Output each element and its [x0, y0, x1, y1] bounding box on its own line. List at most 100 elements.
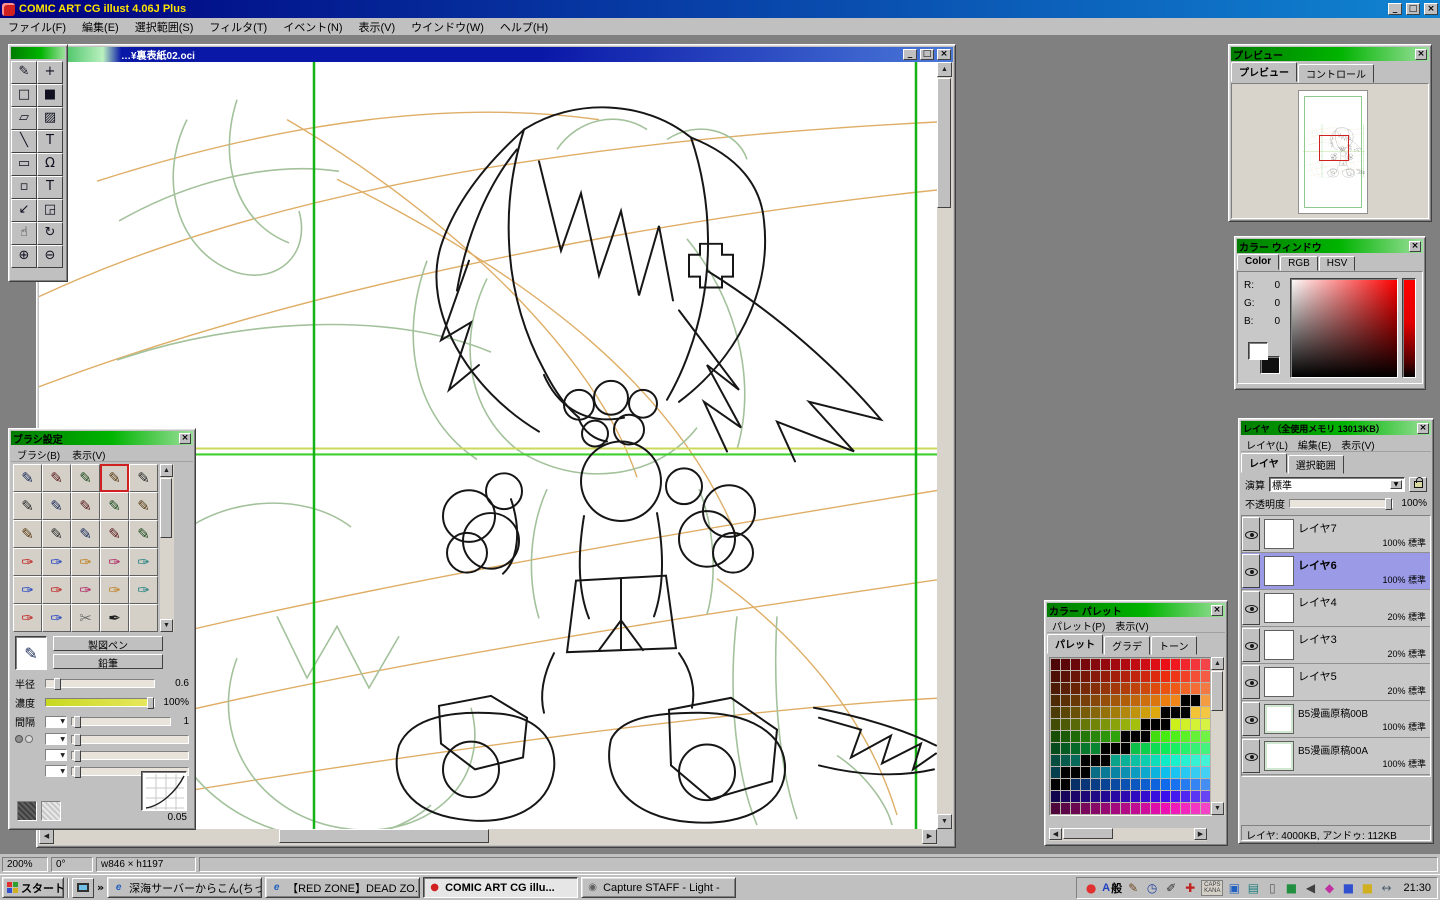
layer-row[interactable]: B5漫画原稿00B 100% 標準 — [1242, 701, 1430, 738]
palette-color-swatch[interactable] — [1071, 755, 1080, 766]
layer-visibility-toggle[interactable] — [1242, 702, 1260, 736]
palette-color-swatch[interactable] — [1121, 659, 1130, 670]
palette-color-swatch[interactable] — [1061, 659, 1070, 670]
palette-color-swatch[interactable] — [1051, 683, 1060, 694]
palette-color-swatch[interactable] — [1131, 659, 1140, 670]
palette-color-swatch[interactable] — [1101, 791, 1110, 802]
palette-color-swatch[interactable] — [1121, 695, 1130, 706]
palette-color-swatch[interactable] — [1181, 791, 1190, 802]
palette-color-swatch[interactable] — [1091, 731, 1100, 742]
palette-color-swatch[interactable] — [1151, 719, 1160, 730]
palette-color-swatch[interactable] — [1061, 803, 1070, 814]
lasso-tool[interactable]: Ω — [37, 153, 63, 176]
canvas-close-button[interactable]: × — [937, 49, 951, 60]
document-icon[interactable]: ▯ — [1264, 880, 1280, 896]
palette-color-swatch[interactable] — [1191, 779, 1200, 790]
palette-color-swatch[interactable] — [1191, 695, 1200, 706]
palette-color-swatch[interactable] — [1201, 659, 1210, 670]
palette-color-swatch[interactable] — [1151, 791, 1160, 802]
layer-row[interactable]: レイヤ7 100% 標準 — [1242, 516, 1430, 553]
green-chip-icon[interactable]: ■ — [1283, 880, 1299, 896]
layer-visibility-toggle[interactable] — [1242, 591, 1260, 625]
palette-color-swatch[interactable] — [1121, 743, 1130, 754]
quick-launch-overflow-icon[interactable]: » — [97, 881, 104, 894]
clock-utility-icon[interactable]: ◷ — [1144, 880, 1160, 896]
palette-color-swatch[interactable] — [1091, 683, 1100, 694]
tab-preview[interactable]: プレビュー — [1231, 62, 1297, 82]
palette-color-swatch[interactable] — [1151, 767, 1160, 778]
palette-color-swatch[interactable] — [1171, 683, 1180, 694]
tab-palette[interactable]: パレット — [1047, 634, 1103, 654]
tab-tone[interactable]: トーン — [1151, 635, 1197, 655]
palette-color-swatch[interactable] — [1181, 671, 1190, 682]
palette-color-swatch[interactable] — [1181, 755, 1190, 766]
palette-color-swatch[interactable] — [1071, 707, 1080, 718]
palette-color-swatch[interactable] — [1191, 743, 1200, 754]
palette-color-swatch[interactable] — [1111, 683, 1120, 694]
palette-color-swatch[interactable] — [1121, 683, 1130, 694]
ime-pen-icon[interactable]: ✎ — [1125, 880, 1141, 896]
tab-color[interactable]: Color — [1237, 254, 1280, 270]
palette-color-swatch[interactable] — [1121, 803, 1130, 814]
palette-color-swatch[interactable] — [1131, 683, 1140, 694]
volume-icon[interactable]: ◀ — [1302, 880, 1318, 896]
palette-color-swatch[interactable] — [1081, 791, 1090, 802]
tab-control[interactable]: コントロール — [1298, 63, 1374, 83]
palette-color-swatch[interactable] — [1051, 803, 1060, 814]
palette-color-swatch[interactable] — [1171, 695, 1180, 706]
palette-color-swatch[interactable] — [1161, 659, 1170, 670]
palette-color-swatch[interactable] — [1101, 695, 1110, 706]
red-ball-icon[interactable]: ● — [1083, 880, 1099, 896]
brush-preset[interactable]: ✑ — [13, 604, 42, 632]
menu-view[interactable]: 表示(V) — [351, 17, 404, 37]
brush-preset[interactable]: ✑ — [13, 576, 42, 604]
menu-file[interactable]: ファイル(F) — [0, 17, 74, 37]
menu-help[interactable]: ヘルプ(H) — [492, 17, 556, 37]
palette-color-swatch[interactable] — [1161, 683, 1170, 694]
palette-color-swatch[interactable] — [1191, 659, 1200, 670]
palette-color-swatch[interactable] — [1141, 683, 1150, 694]
palette-color-swatch[interactable] — [1071, 791, 1080, 802]
palette-color-swatch[interactable] — [1061, 779, 1070, 790]
palette-close-icon[interactable]: × — [1211, 604, 1223, 616]
palette-color-swatch[interactable] — [1181, 803, 1190, 814]
layer-row[interactable]: レイヤ5 20% 標準 — [1242, 664, 1430, 701]
color-titlebar[interactable]: カラー ウィンドウ × — [1237, 239, 1423, 254]
fill-tool[interactable]: ■ — [37, 84, 63, 107]
brush-preset[interactable]: ✎ — [71, 492, 100, 520]
palette-color-swatch[interactable] — [1061, 791, 1070, 802]
brush-preset[interactable]: ✑ — [100, 576, 129, 604]
brush-preset[interactable]: ✎ — [13, 492, 42, 520]
palette-v-scrollbar[interactable]: ▲ ▼ — [1211, 657, 1225, 815]
brush-preset[interactable]: ✎ — [13, 464, 42, 492]
palette-color-swatch[interactable] — [1161, 695, 1170, 706]
move-tool[interactable]: + — [37, 61, 63, 84]
palette-color-swatch[interactable] — [1191, 671, 1200, 682]
palette-color-swatch[interactable] — [1201, 767, 1210, 778]
palette-color-swatch[interactable] — [1191, 731, 1200, 742]
brush-preset[interactable]: ✑ — [13, 548, 42, 576]
layer-row[interactable]: B5漫画原稿00A 100% 標準 — [1242, 738, 1430, 775]
scroll-left-icon[interactable]: ◀ — [39, 829, 54, 844]
palette-titlebar[interactable]: カラー パレット × — [1047, 603, 1225, 618]
palette-color-swatch[interactable] — [1111, 707, 1120, 718]
palette-color-swatch[interactable] — [1141, 671, 1150, 682]
brush-preset[interactable]: ✎ — [42, 520, 71, 548]
brush-preset[interactable]: ✂ — [71, 604, 100, 632]
zoom-out-tool[interactable]: ⊖ — [37, 245, 63, 268]
palette-color-swatch[interactable] — [1181, 707, 1190, 718]
palette-color-swatch[interactable] — [1131, 707, 1140, 718]
vertical-scroll-thumb[interactable] — [937, 78, 951, 208]
brush-menu-view[interactable]: 表示(V) — [66, 446, 111, 463]
param1-dropdown[interactable]: ▼ — [45, 733, 67, 745]
canvas-vertical-scrollbar[interactable]: ▲ ▼ — [937, 62, 953, 829]
palette-color-swatch[interactable] — [1051, 707, 1060, 718]
palette-color-swatch[interactable] — [1051, 659, 1060, 670]
palette-h-scrollbar[interactable]: ◀ ▶ — [1049, 828, 1207, 841]
palette-color-swatch[interactable] — [1141, 755, 1150, 766]
brush-preset[interactable]: ✑ — [42, 548, 71, 576]
palette-color-swatch[interactable] — [1151, 683, 1160, 694]
brush-preset[interactable]: ✎ — [129, 492, 158, 520]
palette-color-swatch[interactable] — [1061, 707, 1070, 718]
palette-color-swatch[interactable] — [1151, 803, 1160, 814]
